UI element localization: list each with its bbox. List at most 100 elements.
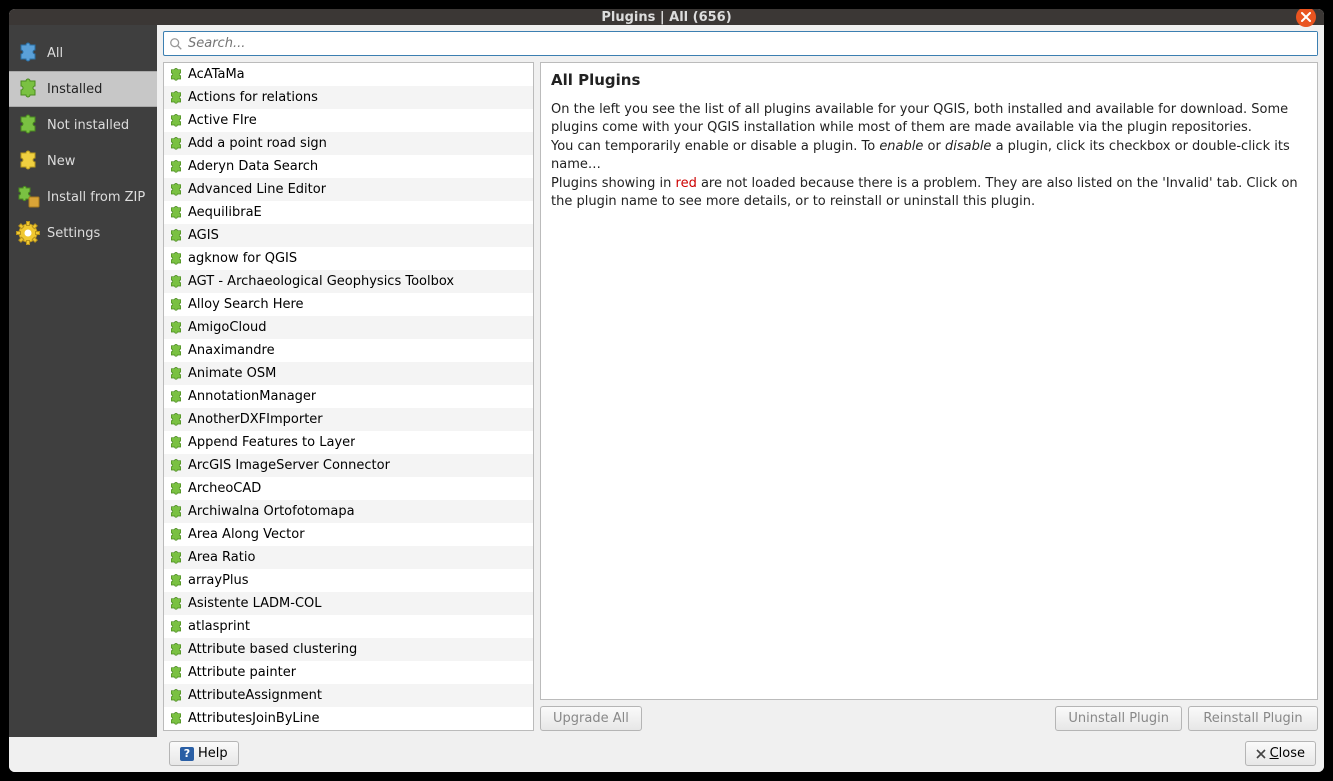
- plugin-label: Aderyn Data Search: [188, 159, 318, 174]
- close-label: Close: [1270, 746, 1305, 761]
- plugin-item[interactable]: Archiwalna Ortofotomapa: [164, 500, 533, 523]
- detail-p2: You can temporarily enable or disable a …: [551, 138, 1307, 173]
- plugin-item[interactable]: AequilibraE: [164, 201, 533, 224]
- close-button[interactable]: Close: [1245, 741, 1316, 766]
- titlebar: Plugins | All (656): [9, 9, 1324, 25]
- plugin-puzzle-icon: [168, 550, 184, 566]
- plugin-puzzle-icon: [168, 412, 184, 428]
- help-button[interactable]: ? Help: [169, 741, 239, 766]
- plugin-puzzle-icon: [168, 159, 184, 175]
- plugin-item[interactable]: AcATaMa: [164, 63, 533, 86]
- plugin-item[interactable]: Anaximandre: [164, 339, 533, 362]
- plugin-item[interactable]: AGIS: [164, 224, 533, 247]
- sidebar-item-label: Installed: [47, 82, 102, 97]
- sidebar-item-install-from-zip[interactable]: Install from ZIP: [9, 179, 157, 215]
- plugin-item[interactable]: Append Features to Layer: [164, 431, 533, 454]
- plugin-puzzle-icon: [168, 504, 184, 520]
- plugin-label: ArcheoCAD: [188, 481, 261, 496]
- search-input[interactable]: [188, 32, 1317, 55]
- plugin-item[interactable]: Actions for relations: [164, 86, 533, 109]
- plugin-item[interactable]: Animate OSM: [164, 362, 533, 385]
- window-close-button[interactable]: [1296, 9, 1316, 27]
- plugin-label: Animate OSM: [188, 366, 276, 381]
- plugin-item[interactable]: AttributesJoinByLine: [164, 707, 533, 730]
- plugin-item[interactable]: agknow for QGIS: [164, 247, 533, 270]
- plugin-item[interactable]: Attribute based clustering: [164, 638, 533, 661]
- plugin-puzzle-icon: [168, 320, 184, 336]
- sidebar-item-installed[interactable]: Installed: [9, 71, 157, 107]
- gear-yellow-icon: [15, 220, 41, 246]
- plugin-item[interactable]: Alloy Search Here: [164, 293, 533, 316]
- plugin-item[interactable]: Area Along Vector: [164, 523, 533, 546]
- plugin-list[interactable]: AcATaMa Actions for relations Active FIre A…: [164, 63, 533, 730]
- sidebar-item-not-installed[interactable]: Not installed: [9, 107, 157, 143]
- plugin-label: AGIS: [188, 228, 219, 243]
- plugin-item[interactable]: Add a point road sign: [164, 132, 533, 155]
- plugin-puzzle-icon: [168, 711, 184, 727]
- plugin-item[interactable]: Area Ratio: [164, 546, 533, 569]
- plugin-label: AttributesJoinByLine: [188, 711, 320, 726]
- window-title: Plugins | All (656): [601, 10, 731, 25]
- reinstall-plugin-button[interactable]: Reinstall Plugin: [1188, 706, 1318, 731]
- plugin-label: AnotherDXFImporter: [188, 412, 323, 427]
- plugin-item[interactable]: AGT - Archaeological Geophysics Toolbox: [164, 270, 533, 293]
- plugin-puzzle-icon: [168, 596, 184, 612]
- plugin-label: AcATaMa: [188, 67, 245, 82]
- plugin-puzzle-icon: [168, 527, 184, 543]
- plugin-label: AGT - Archaeological Geophysics Toolbox: [188, 274, 454, 289]
- plugin-item[interactable]: AnnotationManager: [164, 385, 533, 408]
- sidebar-item-settings[interactable]: Settings: [9, 215, 157, 251]
- sidebar-item-all[interactable]: All: [9, 35, 157, 71]
- plugin-puzzle-icon: [168, 297, 184, 313]
- plugin-label: atlasprint: [188, 619, 250, 634]
- plugin-puzzle-icon: [168, 481, 184, 497]
- help-label: Help: [198, 746, 228, 761]
- sidebar-item-label: New: [47, 154, 75, 169]
- plugin-puzzle-icon: [168, 228, 184, 244]
- plugin-label: Area Ratio: [188, 550, 255, 565]
- plugin-item[interactable]: ArcGIS ImageServer Connector: [164, 454, 533, 477]
- plugin-item[interactable]: arrayPlus: [164, 569, 533, 592]
- search-field-wrap[interactable]: [163, 31, 1318, 56]
- plugin-label: Area Along Vector: [188, 527, 305, 542]
- content-area: AcATaMa Actions for relations Active FIre A…: [157, 25, 1324, 737]
- detail-p1: On the left you see the list of all plug…: [551, 101, 1307, 136]
- plugin-item[interactable]: Asistente LADM-COL: [164, 592, 533, 615]
- plugin-item[interactable]: Active FIre: [164, 109, 533, 132]
- plugin-label: Attribute painter: [188, 665, 296, 680]
- plugin-item[interactable]: AmigoCloud: [164, 316, 533, 339]
- plugin-item[interactable]: Advanced Line Editor: [164, 178, 533, 201]
- plugin-puzzle-icon: [168, 688, 184, 704]
- detail-text: All Plugins On the left you see the list…: [540, 62, 1318, 700]
- search-icon: [164, 37, 188, 51]
- body: All Installed Not installed New Install from…: [9, 25, 1324, 772]
- sidebar-item-label: Not installed: [47, 118, 129, 133]
- sidebar: All Installed Not installed New Install from…: [9, 25, 157, 737]
- plugin-item[interactable]: ArcheoCAD: [164, 477, 533, 500]
- footer: ? Help Close: [9, 737, 1324, 772]
- puzzle-yellow-star-icon: [15, 148, 41, 174]
- split-area: AcATaMa Actions for relations Active FIre A…: [163, 62, 1318, 731]
- plugin-puzzle-icon: [168, 366, 184, 382]
- close-icon: [1256, 749, 1266, 759]
- sidebar-item-new[interactable]: New: [9, 143, 157, 179]
- plugin-item[interactable]: atlasprint: [164, 615, 533, 638]
- plugin-puzzle-icon: [168, 665, 184, 681]
- sidebar-item-label: All: [47, 46, 63, 61]
- plugin-item[interactable]: Attribute painter: [164, 661, 533, 684]
- upgrade-all-button[interactable]: Upgrade All: [540, 706, 642, 731]
- uninstall-plugin-button[interactable]: Uninstall Plugin: [1055, 706, 1182, 731]
- plugin-puzzle-icon: [168, 573, 184, 589]
- plugin-item[interactable]: Aderyn Data Search: [164, 155, 533, 178]
- plugin-puzzle-icon: [168, 343, 184, 359]
- plugin-label: Active FIre: [188, 113, 257, 128]
- plugin-label: arrayPlus: [188, 573, 249, 588]
- plugin-puzzle-icon: [168, 205, 184, 221]
- plugin-label: AequilibraE: [188, 205, 262, 220]
- plugin-item[interactable]: AnotherDXFImporter: [164, 408, 533, 431]
- plugin-label: Archiwalna Ortofotomapa: [188, 504, 355, 519]
- plugin-puzzle-icon: [168, 435, 184, 451]
- plugin-puzzle-icon: [168, 458, 184, 474]
- plugin-item[interactable]: AttributeAssignment: [164, 684, 533, 707]
- plugin-label: Actions for relations: [188, 90, 318, 105]
